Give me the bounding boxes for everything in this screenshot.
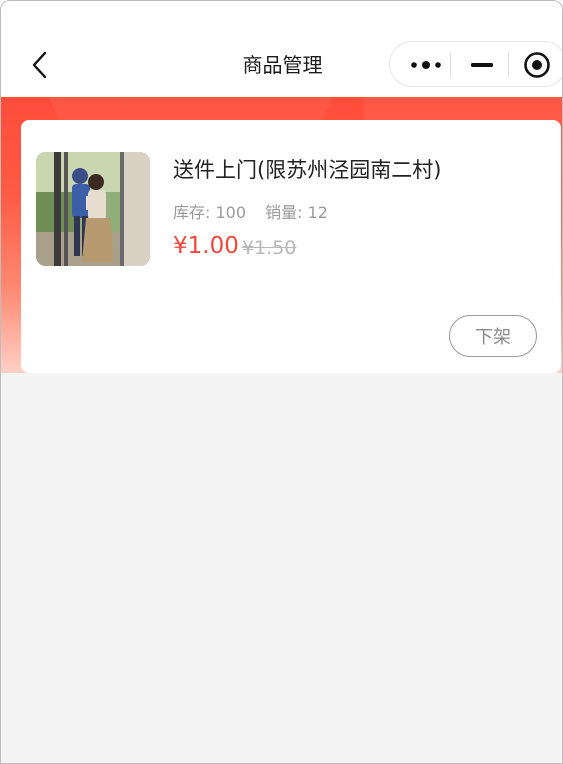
mini-program-capsule — [389, 41, 562, 88]
target-circle-icon — [524, 52, 550, 78]
close-button[interactable] — [512, 42, 562, 88]
capsule-divider — [450, 53, 451, 77]
product-meta: 库存: 100 销量: 12 — [173, 199, 342, 223]
product-card: 送件上门(限苏州泾园南二村) 库存: 100 销量: 12 ¥1.00 ¥1.5… — [21, 120, 561, 373]
original-price: ¥1.50 — [242, 237, 297, 259]
sales-count: 销量: 12 — [265, 203, 328, 222]
stock-count: 库存: 100 — [173, 203, 247, 222]
current-price: ¥1.00 — [173, 233, 239, 259]
minimize-button[interactable] — [456, 42, 508, 88]
product-photo — [36, 152, 150, 266]
minimize-icon — [471, 63, 493, 67]
app-window: 商品管理 送件上门(限苏州泾园南二村) 库存: 100 销量: 12 ¥1.00… — [0, 0, 563, 764]
more-button[interactable] — [400, 42, 452, 88]
product-image[interactable] — [36, 152, 150, 266]
page-background — [1, 373, 562, 763]
capsule-divider — [508, 53, 509, 77]
navigation-bar: 商品管理 — [1, 1, 562, 97]
product-name: 送件上门(限苏州泾园南二村) — [173, 158, 442, 182]
delist-button[interactable]: 下架 — [449, 315, 537, 357]
more-dots-icon — [411, 61, 441, 69]
